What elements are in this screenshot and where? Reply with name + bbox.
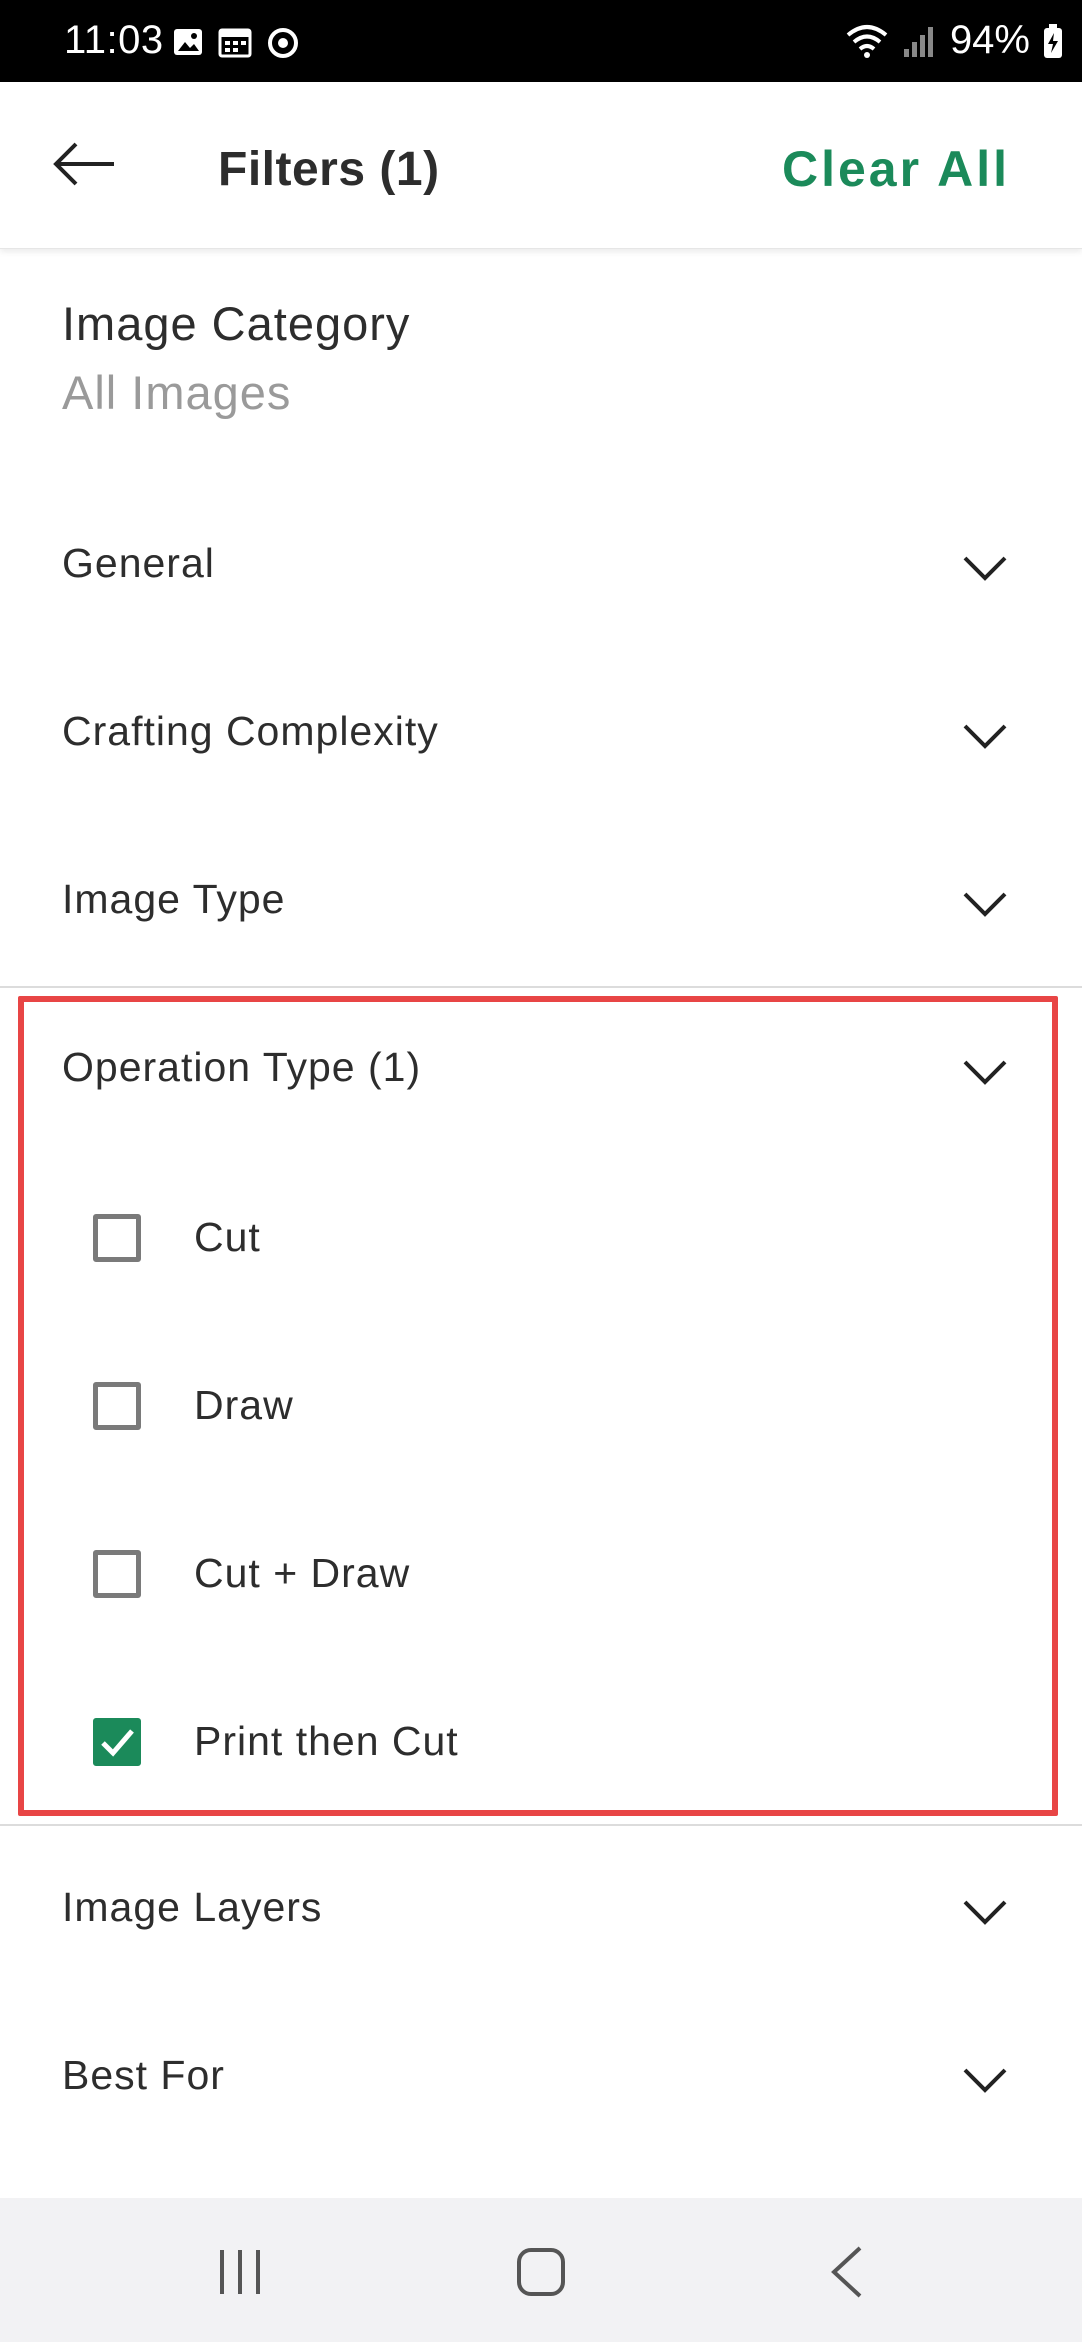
section-label: Best For <box>62 2052 225 2098</box>
home-icon <box>517 2248 565 2296</box>
system-nav-bar <box>0 2198 1082 2342</box>
arrow-left-icon <box>53 142 114 186</box>
app-header: Filters (1) Clear All <box>0 82 1082 249</box>
image-icon <box>174 29 202 55</box>
checkbox[interactable] <box>93 1550 141 1598</box>
checkbox[interactable] <box>93 1382 141 1430</box>
status-left-icons <box>172 26 300 60</box>
status-bar: 11:03 94% <box>0 0 1082 82</box>
option-label: Cut + Draw <box>194 1550 411 1596</box>
option-print-then-cut[interactable]: Print then Cut <box>90 1696 990 1806</box>
system-back-button[interactable] <box>818 2244 878 2300</box>
section-crafting-complexity[interactable]: Crafting Complexity <box>0 672 1082 792</box>
home-button[interactable] <box>511 2244 571 2300</box>
section-image-type[interactable]: Image Type <box>0 840 1082 960</box>
signal-icon <box>903 26 933 57</box>
image-category-value: All Images <box>62 366 292 419</box>
image-category-label: Image Category <box>62 297 411 350</box>
sync-icon <box>268 28 298 58</box>
calendar-icon <box>218 28 252 58</box>
option-draw[interactable]: Draw <box>90 1360 990 1470</box>
option-cut-draw[interactable]: Cut + Draw <box>90 1528 990 1638</box>
image-category-selector[interactable]: Image Category All Images <box>62 296 410 420</box>
chevron-down-icon <box>963 892 1007 917</box>
option-label: Draw <box>194 1382 294 1428</box>
recent-apps-icon <box>220 2250 260 2294</box>
option-label: Cut <box>194 1214 261 1260</box>
section-label: Operation Type (1) <box>62 1044 422 1090</box>
back-icon <box>831 2246 862 2298</box>
section-best-for[interactable]: Best For <box>0 2016 1082 2136</box>
section-label: Image Type <box>62 876 286 922</box>
chevron-down-icon <box>963 724 1007 749</box>
divider <box>0 986 1082 988</box>
option-cut[interactable]: Cut <box>90 1192 990 1302</box>
section-label: General <box>62 540 215 586</box>
chevron-down-icon <box>963 1060 1007 1085</box>
chevron-down-icon <box>963 1900 1007 1925</box>
section-label: Crafting Complexity <box>62 708 439 754</box>
back-button[interactable] <box>48 134 124 194</box>
battery-percent: 94% <box>949 18 1030 62</box>
recent-apps-button[interactable] <box>210 2244 270 2300</box>
checkbox[interactable] <box>93 1214 141 1262</box>
checkmark-icon <box>101 1729 134 1757</box>
wifi-icon <box>846 24 888 58</box>
clear-all-button[interactable]: Clear All <box>782 140 1010 198</box>
section-general[interactable]: General <box>0 504 1082 624</box>
status-right: 94% <box>844 18 1064 63</box>
section-label: Image Layers <box>62 1884 323 1930</box>
section-image-layers[interactable]: Image Layers <box>0 1848 1082 1968</box>
checkbox-checked[interactable] <box>93 1718 141 1766</box>
section-operation-type[interactable]: Operation Type (1) <box>0 1008 1082 1128</box>
chevron-down-icon <box>963 556 1007 581</box>
chevron-down-icon <box>963 2068 1007 2093</box>
battery-charging-icon <box>1044 23 1062 58</box>
divider <box>0 1824 1082 1826</box>
page-title: Filters (1) <box>218 143 440 196</box>
option-label: Print then Cut <box>194 1718 459 1764</box>
status-time: 11:03 <box>64 18 164 62</box>
